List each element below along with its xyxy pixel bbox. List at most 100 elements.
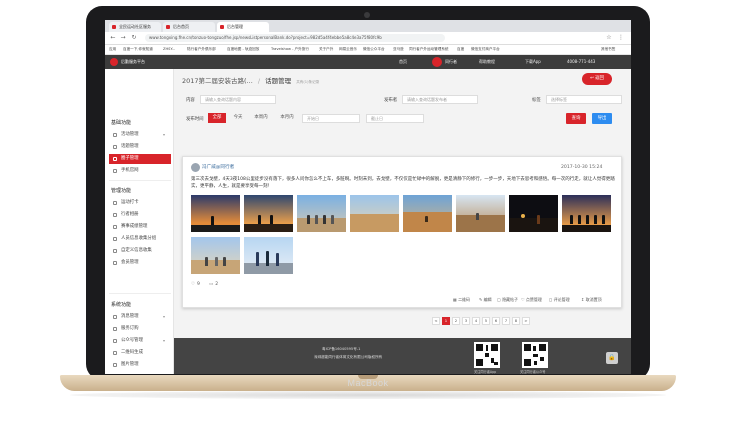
time-filter-month[interactable]: 本月内 <box>276 113 298 123</box>
export-button[interactable]: 导出 <box>592 113 612 124</box>
sidebar-item-mobile-site[interactable]: 手机官网 <box>109 166 171 176</box>
page-5[interactable]: 5 <box>482 317 490 325</box>
post-photo[interactable] <box>297 195 346 232</box>
app-logo-icon <box>110 58 118 66</box>
wechat-qrcode-icon <box>522 342 548 368</box>
nav-download-app[interactable]: 下载App <box>525 55 541 69</box>
browser-tab-1[interactable]: 全民运动社区服务 <box>109 22 161 32</box>
sidebar-item-label: 手机官网 <box>121 168 139 173</box>
message-icon <box>113 315 117 319</box>
post-photo[interactable] <box>403 195 452 232</box>
sidebar-item-label: 消息管理 <box>121 314 139 319</box>
post-photo[interactable] <box>509 195 558 232</box>
action-edit[interactable]: ✎ 编辑 <box>479 295 492 305</box>
bookmark-item[interactable]: 网易云音乐 <box>339 46 357 53</box>
bookmark-item[interactable]: 微信支付商户平台 <box>471 46 500 53</box>
page-4[interactable]: 4 <box>472 317 480 325</box>
post-photo[interactable] <box>191 237 240 274</box>
sidebar-item-official-account[interactable]: 公众号管理 ▾ <box>109 336 171 346</box>
content-search-input[interactable]: 请输入查询话题内容 <box>200 95 276 104</box>
author-avatar <box>191 163 200 172</box>
bookmark-item[interactable]: 同行者户外运动管理系统 <box>409 46 449 53</box>
bookmark-item[interactable]: ZHSY... <box>163 46 175 53</box>
page-next[interactable]: > <box>522 317 530 325</box>
tab-favicon-icon <box>220 25 224 29</box>
nav-user[interactable]: 同行者 <box>445 55 457 69</box>
post-photo[interactable] <box>191 195 240 232</box>
back-button[interactable]: ↩ 返回 <box>582 73 612 85</box>
sidebar-item-custom-collect[interactable]: 自定义信息收集 <box>109 246 171 256</box>
sidebar-item-member-groups[interactable]: 人员信息收集分组 <box>109 234 171 244</box>
time-filter-week[interactable]: 本周内 <box>250 113 272 123</box>
page-prev[interactable]: < <box>432 317 440 325</box>
sidebar-item-topics[interactable]: 话题管理 <box>109 142 171 152</box>
sidebar-item-images[interactable]: 图片管理 <box>109 360 171 370</box>
post-photo[interactable] <box>562 195 611 232</box>
tab-favicon-icon <box>166 25 170 29</box>
sidebar-item-activities[interactable]: 活动管理 ▾ <box>109 130 171 140</box>
bookmark-item[interactable]: 关于户外 <box>319 46 333 53</box>
time-filter-all[interactable]: 全部 <box>208 113 226 123</box>
action-hide-post[interactable]: ▢ 隐藏帖子 <box>497 295 518 305</box>
nav-phone: 4008-771-443 <box>567 59 596 64</box>
time-filter-today[interactable]: 今天 <box>230 113 246 123</box>
breadcrumb-parent[interactable]: 2017第二届安装古路(... <box>182 77 253 85</box>
sidebar-item-members[interactable]: 会员管理 <box>109 258 171 268</box>
action-comment-manage[interactable]: ◻ 评论管理 <box>549 295 570 305</box>
bookmark-item[interactable]: 其他书签 <box>601 46 615 53</box>
star-icon[interactable]: ☆ <box>605 34 613 42</box>
page-3[interactable]: 3 <box>462 317 470 325</box>
browser-tab-3[interactable]: 后台管理 <box>217 22 269 32</box>
sidebar-item-album[interactable]: 行者相册 <box>109 210 171 220</box>
sidebar-item-label: 活动管理 <box>121 132 139 137</box>
bookmark-item[interactable]: 应用 <box>109 46 116 53</box>
bookmark-item[interactable]: 微信公众平台 <box>363 46 385 53</box>
start-date-input[interactable]: 开始日 <box>302 114 360 123</box>
cart-icon <box>113 327 117 331</box>
post-photo[interactable] <box>456 195 505 232</box>
page-7[interactable]: 7 <box>502 317 510 325</box>
bookmark-item[interactable]: 百度一下,你就知道 <box>123 46 153 53</box>
lock-icon[interactable]: 🔒 <box>606 352 618 364</box>
like-count[interactable]: ♡ 9 <box>191 282 200 287</box>
sidebar-item-subscription[interactable]: 服务订购 <box>109 324 171 334</box>
query-button[interactable]: 查询 <box>566 113 586 124</box>
sidebar-item-circles[interactable]: 圈子管理 <box>109 154 171 164</box>
bookmark-item[interactable]: 百度地图 - 轨迹回放 <box>227 46 259 53</box>
bookmark-item[interactable]: 陆行者户外俱乐部 <box>187 46 216 53</box>
like-count-value: 9 <box>197 282 200 287</box>
action-like-manage[interactable]: ♡ 点赞管理 <box>521 295 542 305</box>
page-8[interactable]: 8 <box>512 317 520 325</box>
menu-icon[interactable]: ⋮ <box>617 34 625 42</box>
sidebar-item-label: 服务订购 <box>121 326 139 331</box>
url-input[interactable]: www.tongxing.fhe.cn/tonzuo-tongzuo/fhe.j… <box>145 34 445 42</box>
post-photo[interactable] <box>350 195 399 232</box>
action-label: 评论管理 <box>553 297 570 302</box>
page-6[interactable]: 6 <box>492 317 500 325</box>
page-2[interactable]: 2 <box>452 317 460 325</box>
publisher-search-input[interactable]: 请输入查询话题发布者 <box>402 95 478 104</box>
post-photo[interactable] <box>244 195 293 232</box>
action-unpin[interactable]: ↥ 取消置顶 <box>581 295 602 305</box>
page-1[interactable]: 1 <box>442 317 450 325</box>
tag-select[interactable]: 选择标签 <box>546 95 622 104</box>
bookmark-item[interactable]: Travelshow - 户外旅行 <box>271 46 309 53</box>
browser-tab-2[interactable]: 后台首页 <box>163 22 215 32</box>
sidebar-item-messages[interactable]: 消息管理 ▾ <box>109 312 171 322</box>
sidebar-item-qrcode[interactable]: 二维码生成 <box>109 348 171 358</box>
comment-count[interactable]: ▭ 2 <box>209 282 218 287</box>
bookmark-item[interactable]: 百度 <box>457 46 464 53</box>
bookmark-item[interactable]: 亚马逊 <box>393 46 404 53</box>
end-date-input[interactable]: 截止日 <box>366 114 424 123</box>
post-photo[interactable] <box>244 237 293 274</box>
forward-arrow-icon[interactable]: → <box>119 34 127 42</box>
back-arrow-icon[interactable]: ← <box>109 34 117 42</box>
post-author[interactable]: 冯广威@同行者 <box>202 163 234 172</box>
action-qrcode[interactable]: ▦ 二维码 <box>453 295 470 305</box>
nav-help[interactable]: 帮助教程 <box>479 55 495 69</box>
reload-icon[interactable]: ↻ <box>130 34 138 42</box>
nav-home[interactable]: 首页 <box>399 55 407 69</box>
sidebar-item-race-results[interactable]: 赛事成绩管理 <box>109 222 171 232</box>
sidebar-item-checkin[interactable]: 运动打卡 <box>109 198 171 208</box>
user-avatar[interactable] <box>432 57 442 67</box>
